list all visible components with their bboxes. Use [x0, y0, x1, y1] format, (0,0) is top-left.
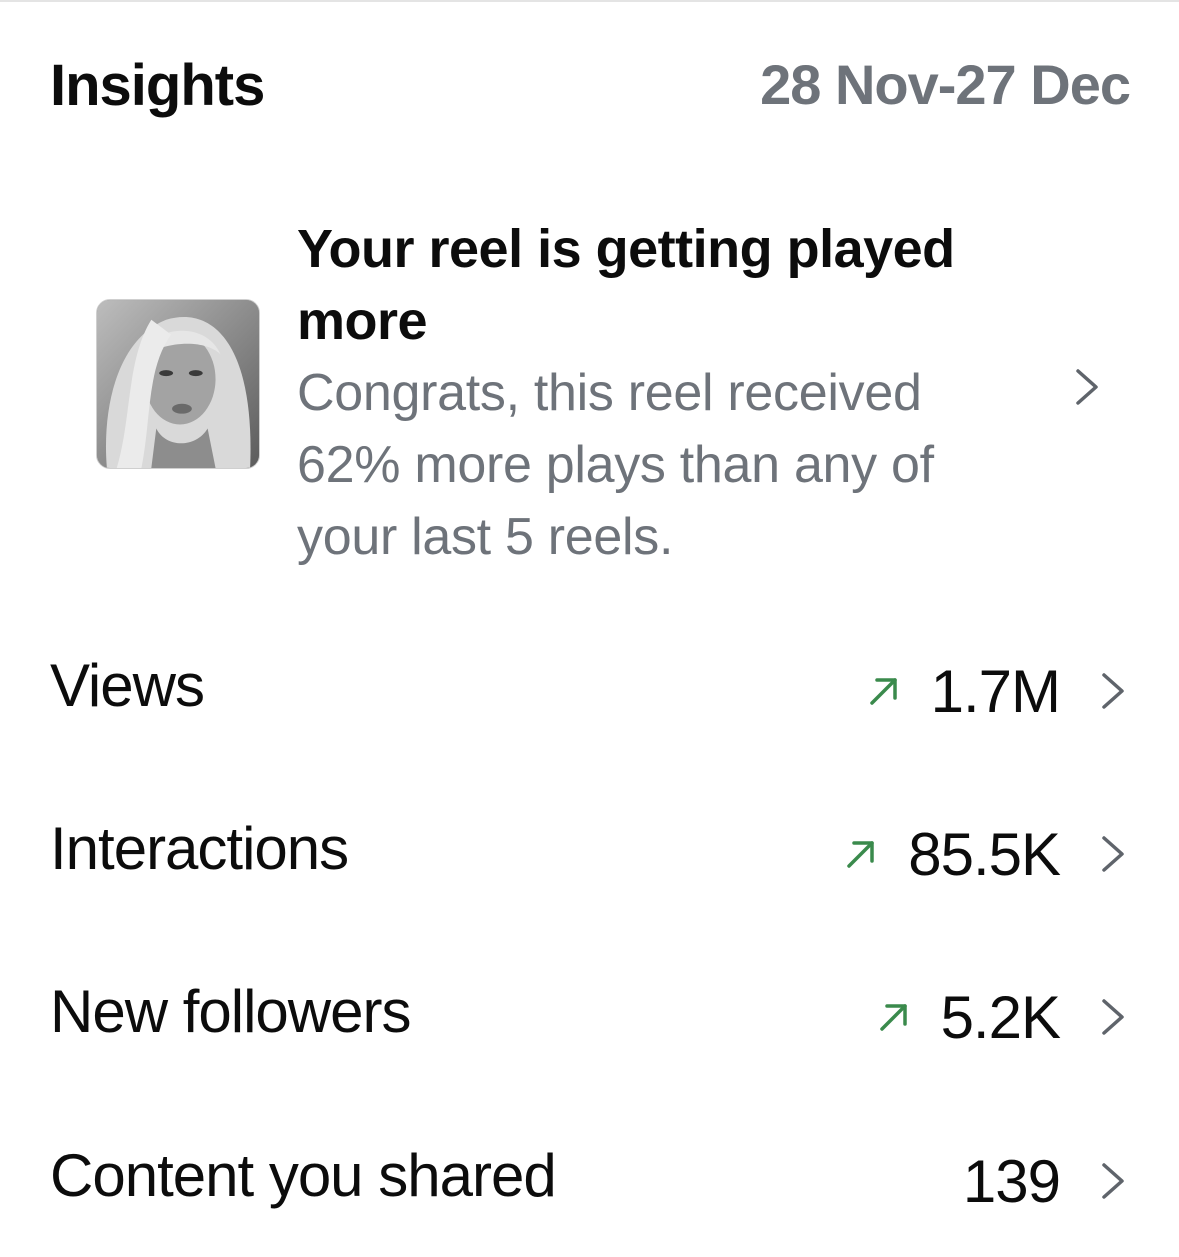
metric-value: 85.5K — [908, 820, 1061, 888]
reel-thumbnail-image — [97, 300, 259, 468]
reel-thumbnail — [96, 299, 260, 469]
date-range[interactable]: 28 Nov-27 Dec — [760, 52, 1131, 117]
trend-up-icon — [869, 678, 897, 705]
chevron-right-icon — [1102, 999, 1124, 1035]
trend-up-icon — [847, 841, 874, 868]
top-divider — [0, 0, 1179, 2]
chevron-right-icon — [1102, 836, 1124, 872]
insights-header: Insights 28 Nov-27 Dec — [50, 52, 1131, 122]
chevron-right-icon — [1102, 673, 1124, 709]
metric-value: 139 — [962, 1147, 1061, 1215]
highlight-title: Your reel is getting played more — [297, 219, 955, 351]
highlight-body: Congrats, this reel received 62% more pl… — [297, 364, 934, 566]
chevron-right-icon — [1076, 369, 1098, 405]
trend-up-icon — [879, 1004, 907, 1031]
metric-row-interactions[interactable]: Interactions 85.5K — [50, 806, 1130, 896]
metric-label: Views — [50, 652, 205, 719]
chevron-right-icon — [1102, 1163, 1124, 1199]
reel-highlight-card[interactable]: Your reel is getting played more Congrat… — [50, 205, 1130, 575]
metric-value: 5.2K — [940, 983, 1061, 1051]
metric-row-content-shared[interactable]: Content you shared 139 — [50, 1133, 1130, 1223]
metric-value: 1.7M — [930, 657, 1061, 725]
page-title: Insights — [50, 53, 265, 118]
metric-label: Interactions — [50, 815, 349, 882]
metric-row-new-followers[interactable]: New followers 5.2K — [50, 969, 1130, 1059]
metric-label: Content you shared — [50, 1142, 557, 1209]
metric-label: New followers — [50, 978, 411, 1045]
metric-row-views[interactable]: Views 1.7M — [50, 643, 1130, 733]
